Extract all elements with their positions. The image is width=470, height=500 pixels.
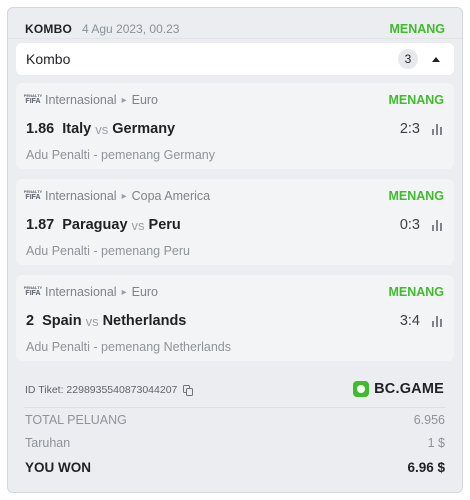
away-team: Peru <box>148 217 181 233</box>
bet-selection: Adu Penalti - pemenang Peru <box>26 244 190 258</box>
copy-icon[interactable] <box>183 384 194 396</box>
bet-date: 4 Agu 2023, 00.23 <box>82 22 180 36</box>
match-card: PENALTY FIFA Internasional ▸ Copa America… <box>16 179 454 265</box>
league-name: Internasional <box>45 93 117 107</box>
home-team: Spain <box>42 313 82 329</box>
match-odds: 1.87 <box>26 217 55 233</box>
stake-label: Taruhan <box>25 436 71 450</box>
tournament-name: Copa America <box>131 189 211 203</box>
match-score: 2:3 <box>399 121 420 137</box>
vs-label: vs <box>85 313 99 329</box>
match-card: PENALTY FIFA Internasional ▸ Euro MENANG … <box>16 275 454 361</box>
stake-value: 1 $ <box>427 436 445 450</box>
payout-value: 6.96 $ <box>407 459 445 475</box>
combo-label: Kombo <box>26 51 71 67</box>
match-status-badge: MENANG <box>388 285 444 299</box>
stats-icon[interactable] <box>432 315 444 327</box>
vs-label: vs <box>131 217 145 233</box>
bet-selection: Adu Penalti - pemenang Netherlands <box>26 340 231 354</box>
ticket-header: KOMBO 4 Agu 2023, 00.23 MENANG <box>25 19 445 39</box>
header-divider <box>8 38 462 39</box>
bcgame-logo-icon <box>353 381 370 397</box>
chevron-right-icon: ▸ <box>121 286 127 298</box>
combo-toggle[interactable]: Kombo 3 <box>16 43 454 75</box>
ticket-id-label: ID Tiket: 2298935540873044207 <box>25 384 178 396</box>
bet-selection: Adu Penalti - pemenang Germany <box>26 148 215 162</box>
home-team: Italy <box>62 121 92 137</box>
chevron-right-icon: ▸ <box>121 190 127 202</box>
payout-label: YOU WON <box>25 459 91 475</box>
payout-row: YOU WON 6.96 $ <box>25 458 445 476</box>
summary-divider <box>24 407 446 408</box>
stats-icon[interactable] <box>432 123 444 135</box>
ticket-id: ID Tiket: 2298935540873044207 <box>25 382 194 398</box>
fifa-icon: PENALTY FIFA <box>23 285 43 298</box>
stats-icon[interactable] <box>432 219 444 231</box>
match-status-badge: MENANG <box>388 189 444 203</box>
match-odds: 2 <box>26 313 35 329</box>
brand-name: BC.GAME <box>374 381 444 397</box>
home-team: Paraguay <box>62 217 128 233</box>
caret-up-icon[interactable] <box>432 56 440 62</box>
total-odds-label: TOTAL PELUANG <box>25 413 127 427</box>
match-card: PENALTY FIFA Internasional ▸ Euro MENANG … <box>16 83 454 169</box>
away-team: Germany <box>112 121 176 137</box>
brand-logo: BC.GAME <box>353 378 444 400</box>
tournament-name: Euro <box>131 93 159 107</box>
bet-type-label: KOMBO <box>25 22 72 36</box>
selection-count-badge: 3 <box>398 49 418 69</box>
fifa-icon: PENALTY FIFA <box>23 93 43 106</box>
vs-label: vs <box>95 121 109 137</box>
bet-ticket: KOMBO 4 Agu 2023, 00.23 MENANG Kombo 3 P… <box>7 7 463 493</box>
total-odds-value: 6.956 <box>413 413 445 427</box>
match-score: 0:3 <box>399 217 420 233</box>
ticket-status-badge: MENANG <box>389 22 445 36</box>
match-odds: 1.86 <box>26 121 55 137</box>
fifa-icon: PENALTY FIFA <box>23 189 43 202</box>
league-name: Internasional <box>45 285 117 299</box>
total-odds-row: TOTAL PELUANG 6.956 <box>25 411 445 429</box>
league-name: Internasional <box>45 189 117 203</box>
stake-row: Taruhan 1 $ <box>25 434 445 452</box>
match-status-badge: MENANG <box>388 93 444 107</box>
tournament-name: Euro <box>131 285 159 299</box>
match-score: 3:4 <box>399 313 420 329</box>
chevron-right-icon: ▸ <box>121 94 127 106</box>
away-team: Netherlands <box>102 313 187 329</box>
